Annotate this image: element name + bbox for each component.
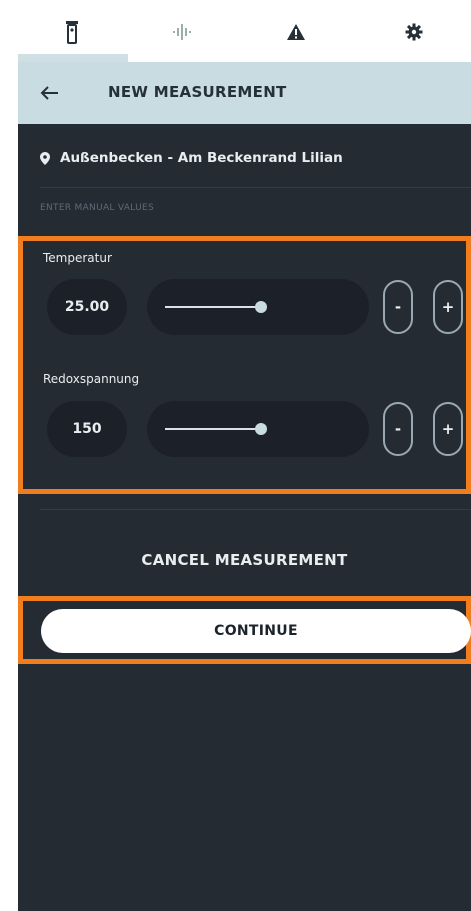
- slider-thumb[interactable]: [255, 423, 267, 435]
- temperature-increment-button[interactable]: +: [433, 280, 463, 334]
- redox-decrement-button[interactable]: -: [383, 402, 413, 456]
- tab-probe[interactable]: [18, 14, 128, 62]
- divider: [40, 187, 471, 188]
- continue-highlight: CONTINUE: [18, 596, 471, 664]
- temperature-decrement-button[interactable]: -: [383, 280, 413, 334]
- slider-line: [165, 428, 261, 430]
- warning-icon: [287, 24, 305, 40]
- gear-icon: [405, 23, 423, 41]
- temperature-label: Temperatur: [43, 251, 112, 265]
- tab-alerts[interactable]: [276, 14, 316, 50]
- redox-label: Redoxspannung: [43, 372, 140, 386]
- temperature-slider[interactable]: [147, 279, 369, 335]
- continue-button[interactable]: CONTINUE: [41, 609, 471, 653]
- main-panel: Außenbecken - Am Beckenrand Lilian ENTER…: [18, 124, 471, 911]
- slider-line: [165, 306, 261, 308]
- page-title: NEW MEASUREMENT: [108, 83, 287, 101]
- temperature-value[interactable]: 25.00: [47, 279, 127, 335]
- redox-increment-button[interactable]: +: [433, 402, 463, 456]
- tab-settings[interactable]: [394, 14, 434, 50]
- tab-signal[interactable]: [162, 14, 202, 50]
- location-pin-icon: [40, 151, 50, 165]
- redox-value[interactable]: 150: [47, 401, 127, 457]
- measurement-inputs-highlight: Temperatur 25.00 - + Redoxspannung 150 -…: [18, 236, 471, 494]
- tab-bar: [18, 0, 471, 62]
- app: NEW MEASUREMENT Außenbecken - Am Beckenr…: [18, 0, 471, 911]
- arrow-left-icon[interactable]: [38, 81, 62, 105]
- cancel-measurement-button[interactable]: CANCEL MEASUREMENT: [18, 551, 471, 569]
- location-label: Außenbecken - Am Beckenrand Lilian: [60, 150, 343, 166]
- signal-icon: [173, 24, 191, 40]
- divider: [40, 509, 471, 510]
- manual-values-hint: ENTER MANUAL VALUES: [40, 203, 154, 213]
- page-header: NEW MEASUREMENT: [18, 62, 471, 124]
- redox-slider[interactable]: [147, 401, 369, 457]
- probe-icon: [66, 21, 78, 44]
- slider-thumb[interactable]: [255, 301, 267, 313]
- location-row: Außenbecken - Am Beckenrand Lilian: [40, 150, 343, 166]
